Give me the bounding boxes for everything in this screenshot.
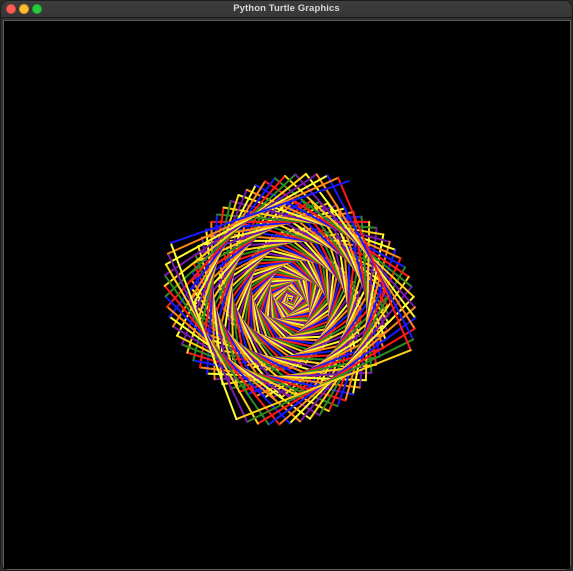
turtle-canvas[interactable]: [3, 20, 571, 570]
turtle-window: Python Turtle Graphics: [0, 0, 573, 571]
title-bar[interactable]: Python Turtle Graphics: [1, 1, 572, 18]
spiral-drawing: [163, 172, 417, 426]
window-title: Python Turtle Graphics: [233, 3, 340, 14]
